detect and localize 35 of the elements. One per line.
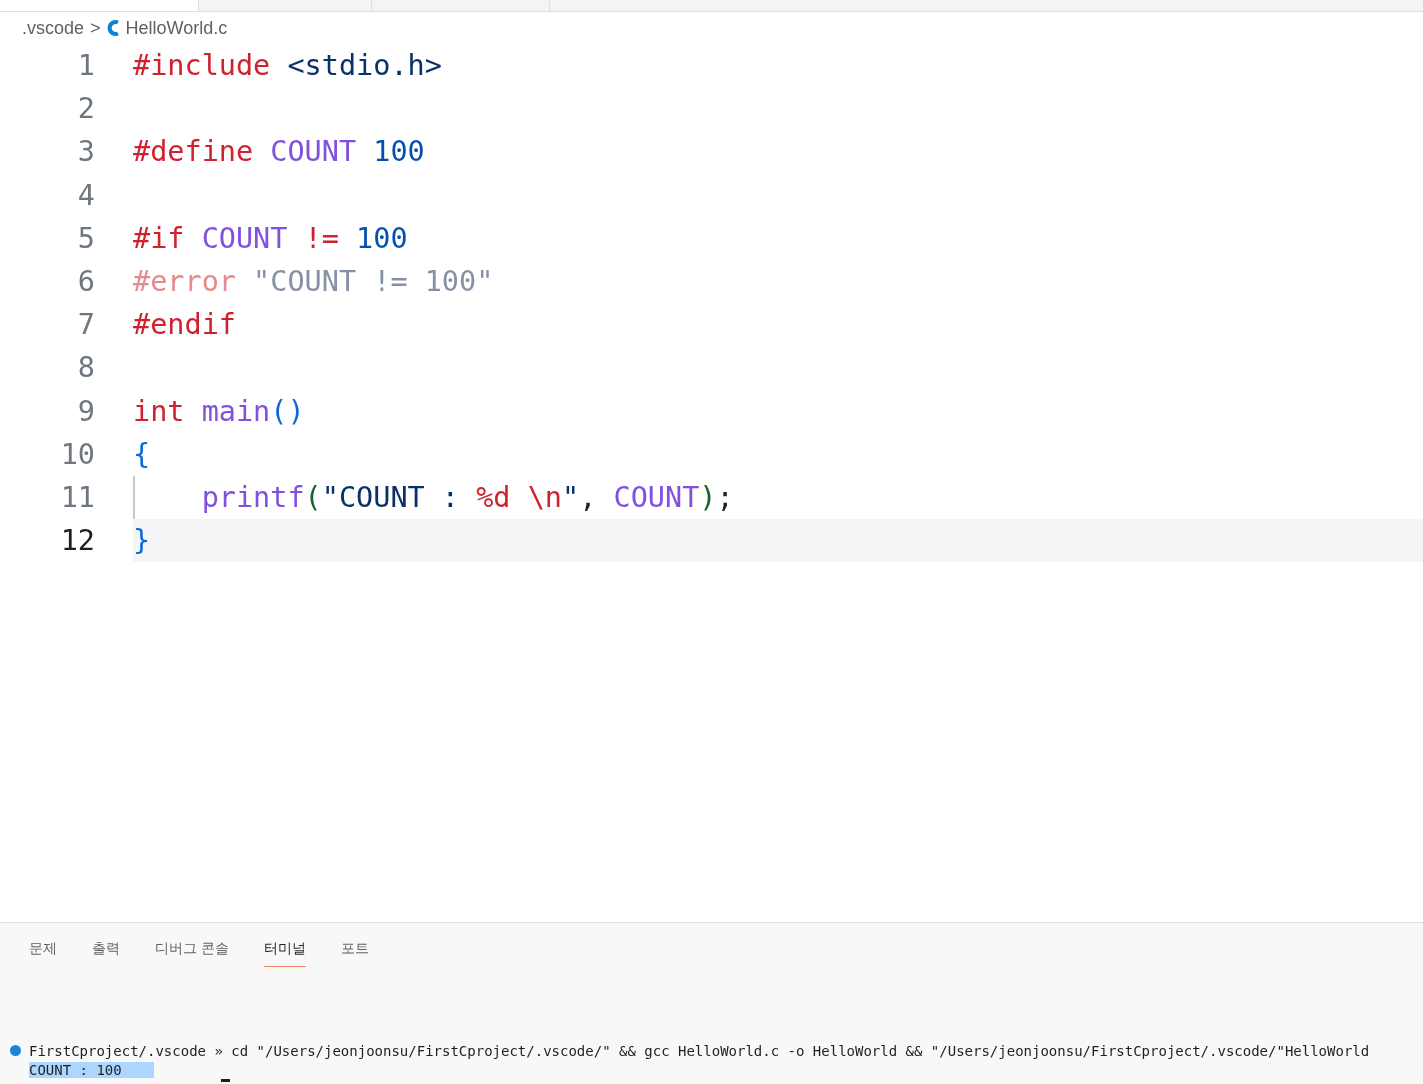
terminal-cursor <box>221 1079 230 1082</box>
code-line: printf("COUNT : %d \n", COUNT); <box>200 480 734 514</box>
code-line: { <box>133 437 151 471</box>
panel-tab[interactable]: 디버그 콘솔 <box>155 940 229 967</box>
panel-tab[interactable]: 터미널 <box>263 940 306 967</box>
line-number: 5 <box>76 221 95 255</box>
line-number: 12 <box>59 524 95 558</box>
line-number: 4 <box>76 178 95 212</box>
code-line: #define COUNT 100 <box>133 135 425 169</box>
line-number: 8 <box>76 351 95 385</box>
code-line: #include <stdio.h> <box>133 49 442 83</box>
code-line: #if COUNT != 100 <box>133 221 408 255</box>
line-number: 2 <box>76 92 95 126</box>
panel-tab[interactable]: 문제 <box>29 940 57 967</box>
line-number: 6 <box>76 265 95 299</box>
code-line: int main() <box>133 394 305 428</box>
code-line: #error "COUNT != 100" <box>133 265 494 299</box>
editor-tab[interactable] <box>549 0 1423 11</box>
panel-tab[interactable]: 출력 <box>92 940 120 967</box>
panel-tab[interactable]: 포트 <box>340 940 369 967</box>
code-line: #endif <box>133 308 236 342</box>
line-number: 9 <box>76 394 95 428</box>
code-line: } <box>133 524 151 558</box>
breadcrumb-file[interactable]: HelloWorld.c <box>125 17 228 39</box>
editor-tab[interactable] <box>371 0 549 11</box>
editor-tab[interactable] <box>198 0 371 11</box>
terminal-line: FirstCproject/.vscode » cd "/Users/jeonjoonsu/FirstCproject/.vscode/" && gcc HelloWorld.c -o HelloWorld && "/Users/jeonjoonsu/FirstCproject/.vscode/"HelloWorld <box>29 1042 1370 1059</box>
line-number: 10 <box>59 437 95 471</box>
line-number: 7 <box>76 308 95 342</box>
breadcrumb-separator: > <box>90 17 101 39</box>
breadcrumb-folder[interactable]: .vscode <box>22 17 85 39</box>
line-number: 3 <box>76 135 95 169</box>
c-file-icon <box>106 19 120 37</box>
line-number: 1 <box>76 49 95 83</box>
line-number: 11 <box>59 480 95 514</box>
